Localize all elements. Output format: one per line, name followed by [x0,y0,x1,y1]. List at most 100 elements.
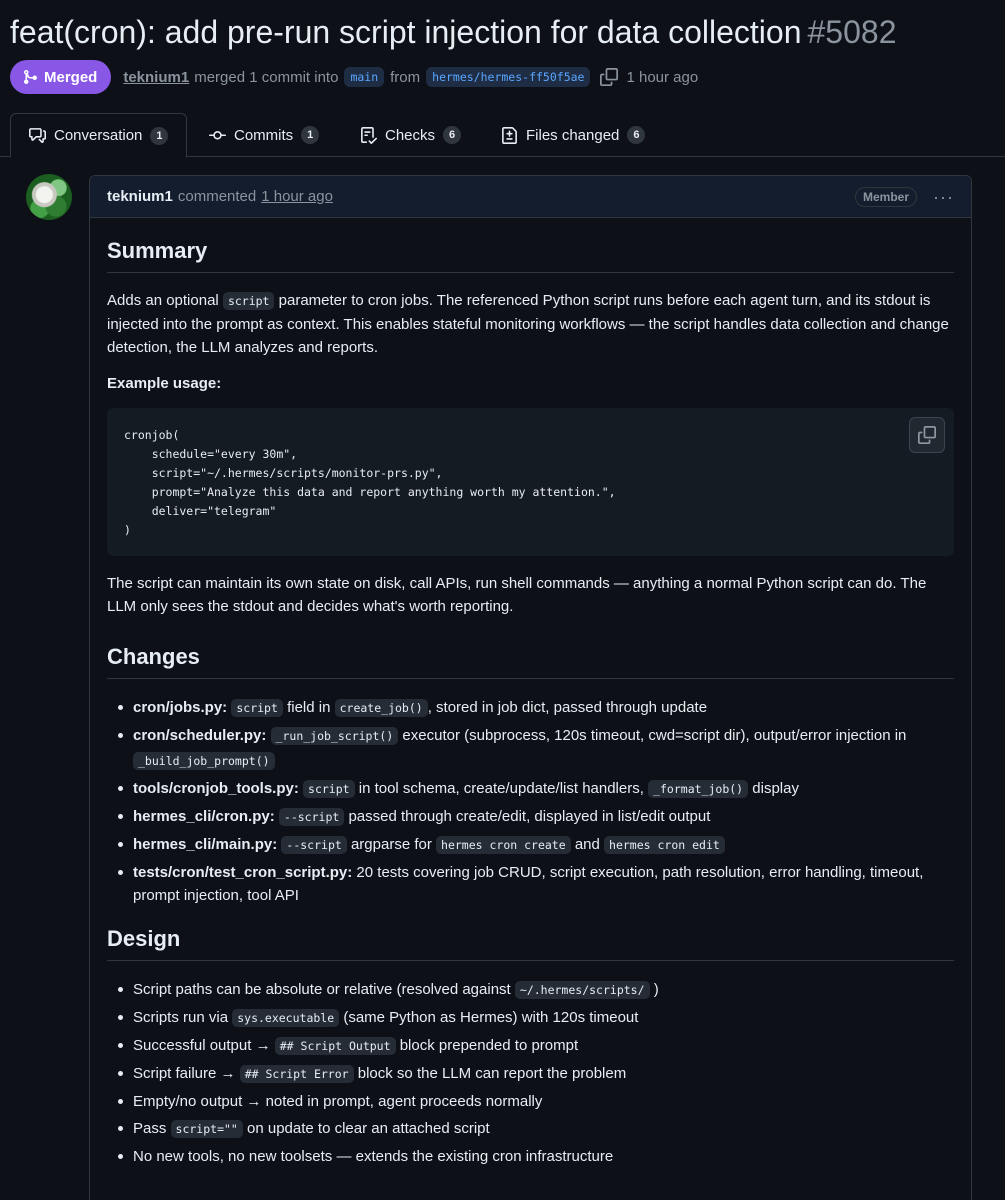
pr-description-comment: teknium1 commented 1 hour ago Member ···… [89,175,972,1200]
summary-paragraph-2: The script can maintain its own state on… [107,575,927,615]
text: field in [287,699,331,716]
inline-code: script="" [170,1119,243,1138]
file-name: tools/cronjob_tools.py: [133,779,299,797]
tab-checks-count: 6 [443,126,462,144]
file-name: cron/scheduler.py: [133,727,267,744]
text: in tool schema, create/update/list handl… [358,779,644,797]
comment-discussion-icon [29,128,46,143]
pr-time: 1 hour ago [626,68,699,86]
tab-commits[interactable]: Commits 1 [209,113,320,157]
file-name: hermes_cli/cron.py: [133,807,275,825]
inline-code: script [303,779,355,798]
member-badge: Member [855,186,918,207]
file-name: tests/cron/test_cron_script.py: [133,863,353,881]
copy-icon [918,426,936,444]
tab-files-changed[interactable]: Files changed 6 [501,113,646,157]
tab-checks[interactable]: Checks 6 [360,113,462,157]
tab-conversation-count: 1 [150,126,169,145]
from-text: from [390,68,421,86]
text: ) [653,980,659,998]
list-item: hermes_cli/cron.py: --script passed thro… [107,805,954,830]
inline-code: script [222,292,275,310]
text: Script failure → [133,1064,236,1082]
inline-code: create_job() [334,699,428,717]
tab-commits-count: 1 [301,126,320,144]
pr-tabs: Conversation 1 Commits 1 Checks 6 Files … [0,113,1005,158]
text: Empty/no output → noted in prompt, agent… [133,1092,543,1110]
text: Adds an optional [107,292,219,309]
list-item: cron/scheduler.py: _run_job_script() exe… [107,724,954,773]
inline-code: --script [281,835,347,854]
copy-code-button[interactable] [909,417,945,453]
example-usage-label: Example usage: [107,375,222,392]
list-item: hermes_cli/main.py: --script argparse fo… [107,833,954,858]
text: Successful output → [133,1036,271,1054]
text: executor (subprocess, 120s timeout, cwd=… [402,727,907,744]
inline-code: hermes cron edit [604,835,725,854]
inline-code: _format_job() [648,779,749,798]
inline-code: ## Script Output [274,1036,396,1055]
inline-code: ~/.hermes/scripts/ [514,980,650,999]
tab-commits-label: Commits [234,126,294,144]
comment-author[interactable]: teknium1 [107,188,173,205]
inline-code: _run_job_script() [270,727,399,745]
text: block prepended to prompt [399,1036,579,1054]
comment-body: Summary Adds an optional script paramete… [90,238,971,1168]
text: passed through create/edit, displayed in… [348,807,711,825]
text: on update to clear an attached script [247,1119,490,1137]
pr-meta: Merged teknium1 merged 1 commit into mai… [10,60,698,94]
tab-files-changed-count: 6 [627,126,646,144]
text: Scripts run via [133,1008,229,1026]
list-item: Successful output → ## Script Output blo… [107,1034,954,1059]
avatar[interactable] [26,174,72,220]
inline-code: --script [278,807,345,826]
checklist-icon [361,126,377,144]
comment-time[interactable]: 1 hour ago [261,188,333,205]
design-list: Script paths can be absolute or relative… [107,978,954,1169]
pr-title-row: feat(cron): add pre-run script injection… [10,10,1005,54]
inline-code: sys.executable [232,1008,340,1027]
pr-title: feat(cron): add pre-run script injection… [10,14,802,50]
text: No new tools, no new toolsets — extends … [133,1147,614,1165]
text: and [574,835,600,853]
comment-header: teknium1 commented 1 hour ago Member ··· [90,176,971,218]
list-item: tests/cron/test_cron_script.py: 20 tests… [107,861,954,908]
text: display [752,779,799,797]
text: Script paths can be absolute or relative… [133,980,511,998]
list-item: Script failure → ## Script Error block s… [107,1062,954,1087]
copy-icon[interactable] [600,68,619,86]
inline-code: hermes cron create [436,835,571,854]
list-item: No new tools, no new toolsets — extends … [107,1145,954,1169]
list-item: Script paths can be absolute or relative… [107,978,954,1003]
merged-status-badge: Merged [10,60,112,94]
head-branch[interactable]: hermes/hermes-ff50f5ae [426,67,591,87]
tab-checks-label: Checks [385,126,436,144]
inline-code: script [231,699,283,717]
pr-number: #5082 [807,14,897,50]
comment-verb: commented [177,188,257,205]
git-commit-icon [209,130,226,139]
file-diff-icon [502,126,517,144]
changes-heading: Changes [107,644,954,679]
text: Pass [133,1119,167,1137]
kebab-menu-icon[interactable]: ··· [933,188,954,206]
text: (same Python as Hermes) with 120s timeou… [343,1008,639,1026]
changes-list: cron/jobs.py: script field in create_job… [107,696,954,908]
base-branch[interactable]: main [344,67,385,87]
inline-code: _build_job_prompt() [133,751,275,770]
list-item: Pass script="" on update to clear an att… [107,1117,954,1142]
merged-label: Merged [44,68,98,86]
tab-conversation-label: Conversation [54,127,143,144]
text: , stored in job dict, passed through upd… [427,699,708,716]
list-item: tools/cronjob_tools.py: script in tool s… [107,777,954,802]
git-merge-icon [24,70,37,84]
file-name: cron/jobs.py: [133,699,228,716]
text: block so the LLM can report the problem [357,1064,627,1082]
tab-conversation[interactable]: Conversation 1 [10,113,188,158]
code-block: cronjob( schedule="every 30m", script="~… [107,408,954,556]
summary-paragraph: Adds an optional script parameter to cro… [107,289,954,359]
list-item: cron/jobs.py: script field in create_job… [107,696,954,721]
list-item: Empty/no output → noted in prompt, agent… [107,1090,954,1114]
pr-author-link[interactable]: teknium1 [123,69,189,86]
merged-text: merged 1 commit into [194,68,339,86]
